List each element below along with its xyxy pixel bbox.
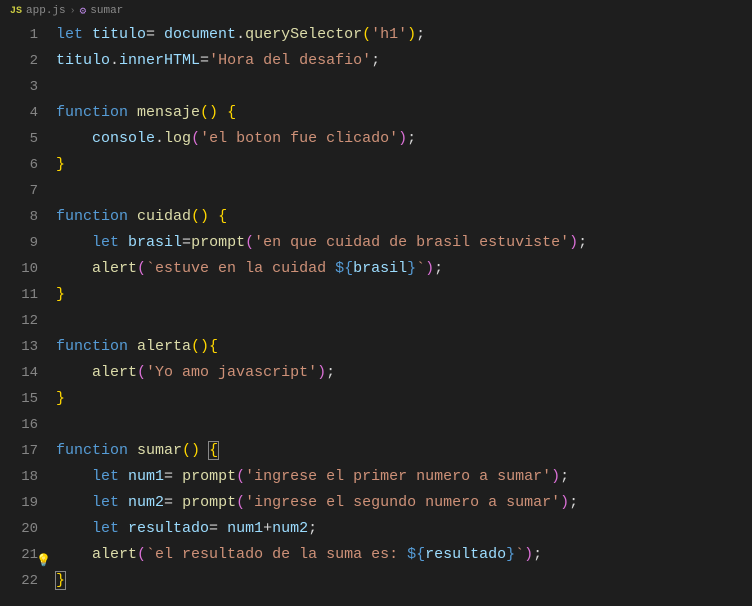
code-line[interactable]: titulo.innerHTML='Hora del desafio';	[56, 48, 752, 74]
code-line[interactable]: function mensaje() {	[56, 100, 752, 126]
line-number: 21	[0, 542, 38, 568]
line-number: 2	[0, 48, 38, 74]
line-number: 14	[0, 360, 38, 386]
code-line[interactable]	[56, 178, 752, 204]
code-line[interactable]: function alerta(){	[56, 334, 752, 360]
lightbulb-icon[interactable]: 💡	[36, 548, 51, 574]
line-number: 18	[0, 464, 38, 490]
code-line[interactable]	[56, 412, 752, 438]
line-number: 22	[0, 568, 38, 594]
code-line[interactable]: 💡 alert(`el resultado de la suma es: ${r…	[56, 542, 752, 568]
js-file-icon: JS	[10, 6, 22, 17]
code-line[interactable]: alert(`estuve en la cuidad ${brasil}`);	[56, 256, 752, 282]
line-number: 13	[0, 334, 38, 360]
code-line[interactable]	[56, 308, 752, 334]
code-line[interactable]: }	[56, 152, 752, 178]
editor-area[interactable]: 1 2 3 4 5 6 7 8 9 10 11 12 13 14 15 16 1…	[0, 22, 752, 606]
code-line[interactable]: alert('Yo amo javascript');	[56, 360, 752, 386]
code-line[interactable]: let num1= prompt('ingrese el primer nume…	[56, 464, 752, 490]
line-number: 7	[0, 178, 38, 204]
line-number: 20	[0, 516, 38, 542]
code-line[interactable]	[56, 74, 752, 100]
symbol-function-icon: ⚙	[80, 4, 87, 18]
line-number: 17	[0, 438, 38, 464]
breadcrumb-file[interactable]: app.js	[26, 5, 66, 17]
code-content[interactable]: let titulo= document.querySelector('h1')…	[56, 22, 752, 606]
line-number: 3	[0, 74, 38, 100]
code-line[interactable]: }	[56, 282, 752, 308]
code-line[interactable]: let brasil=prompt('en que cuidad de bras…	[56, 230, 752, 256]
line-number: 12	[0, 308, 38, 334]
line-number: 4	[0, 100, 38, 126]
line-number: 5	[0, 126, 38, 152]
code-line[interactable]: }	[56, 386, 752, 412]
breadcrumb-symbol[interactable]: sumar	[90, 5, 123, 17]
line-number: 19	[0, 490, 38, 516]
line-number: 16	[0, 412, 38, 438]
breadcrumb[interactable]: JS app.js › ⚙ sumar	[0, 0, 752, 22]
line-number: 15	[0, 386, 38, 412]
code-line[interactable]: }	[56, 568, 752, 594]
line-number: 11	[0, 282, 38, 308]
code-line[interactable]: console.log('el boton fue clicado');	[56, 126, 752, 152]
line-number-gutter: 1 2 3 4 5 6 7 8 9 10 11 12 13 14 15 16 1…	[0, 22, 56, 606]
code-line[interactable]: let resultado= num1+num2;	[56, 516, 752, 542]
code-line[interactable]: function sumar() {	[56, 438, 752, 464]
line-number: 10	[0, 256, 38, 282]
code-line[interactable]: let titulo= document.querySelector('h1')…	[56, 22, 752, 48]
code-line[interactable]: function cuidad() {	[56, 204, 752, 230]
code-line[interactable]: let num2= prompt('ingrese el segundo num…	[56, 490, 752, 516]
line-number: 6	[0, 152, 38, 178]
line-number: 1	[0, 22, 38, 48]
line-number: 9	[0, 230, 38, 256]
chevron-right-icon: ›	[70, 6, 76, 17]
line-number: 8	[0, 204, 38, 230]
